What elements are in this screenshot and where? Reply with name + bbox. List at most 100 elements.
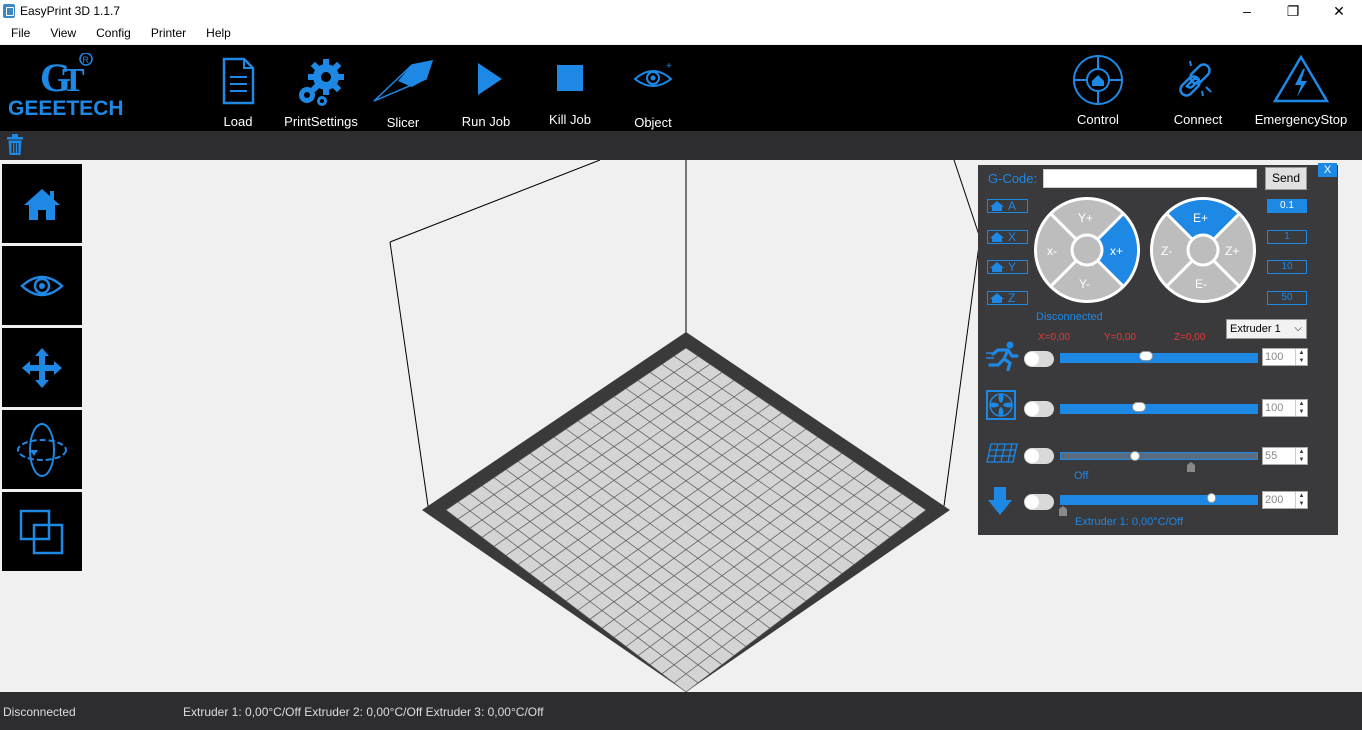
stepper-arrows-icon[interactable]: ▲ ▼ — [1295, 448, 1307, 464]
menu-help[interactable]: Help — [195, 26, 240, 40]
menu-printer[interactable]: Printer — [140, 26, 195, 40]
extruder-input[interactable]: 200 ▲ ▼ — [1262, 491, 1308, 509]
menu-view[interactable]: View — [39, 26, 85, 40]
view-home-button[interactable] — [2, 164, 82, 243]
stepper-arrows-icon[interactable]: ▲ ▼ — [1295, 400, 1307, 416]
object-button[interactable]: + Object — [628, 45, 678, 131]
print-settings-label: PrintSettings — [284, 114, 358, 129]
connection-status: Disconnected — [1036, 311, 1103, 323]
stop-icon — [557, 65, 583, 91]
speed-value: 100 — [1265, 351, 1284, 363]
y-minus-label[interactable]: Y- — [1079, 277, 1090, 291]
x-coordinate: X=0,00 — [1038, 332, 1070, 343]
step-1-button[interactable]: 1 — [1267, 230, 1307, 244]
maximize-button[interactable]: ❐ — [1270, 0, 1316, 22]
x-minus-label[interactable]: x- — [1047, 244, 1057, 258]
bed-current-marker — [1187, 462, 1195, 472]
gcode-input[interactable] — [1043, 169, 1257, 188]
running-person-icon — [986, 341, 1019, 371]
status-extruders: Extruder 1: 0,00°C/Off Extruder 2: 0,00°… — [183, 705, 544, 719]
printer-control-panel: G-Code: Send A X Y Z Y+ Y- x- x+ E+ E- Z… — [978, 165, 1338, 535]
minimize-button[interactable]: – — [1224, 0, 1270, 22]
extruder-toggle[interactable] — [1024, 494, 1054, 510]
load-button[interactable]: Load — [212, 45, 264, 131]
gcode-label: G-Code: — [988, 171, 1038, 186]
home-icon — [990, 293, 1004, 303]
z-plus-label[interactable]: Z+ — [1225, 244, 1239, 258]
extruder-select-value: Extruder 1 — [1230, 323, 1281, 335]
run-job-button[interactable]: Run Job — [458, 45, 514, 131]
svg-text:+: + — [666, 61, 672, 72]
step-10-button[interactable]: 10 — [1267, 260, 1307, 274]
e-plus-label[interactable]: E+ — [1193, 211, 1208, 225]
emergency-stop-button[interactable]: EmergencyStop — [1255, 45, 1347, 131]
fan-toggle[interactable] — [1024, 401, 1054, 417]
y-coordinate: Y=0,00 — [1104, 332, 1136, 343]
fan-slider[interactable] — [1060, 402, 1258, 414]
menu-config[interactable]: Config — [85, 26, 140, 40]
send-button[interactable]: Send — [1265, 167, 1307, 190]
copy-icon — [19, 509, 64, 554]
fan-slider-thumb[interactable] — [1132, 402, 1146, 412]
main-toolbar: G T R GEEETECH Load PrintSettings Slicer… — [0, 45, 1362, 131]
copy-object-button[interactable] — [2, 492, 82, 571]
lightning-warning-icon — [1273, 55, 1329, 103]
rotate-object-button[interactable] — [2, 410, 82, 489]
speed-slider[interactable] — [1060, 351, 1258, 363]
extrude-down-arrow-icon — [988, 487, 1012, 515]
x-plus-label[interactable]: x+ — [1110, 244, 1123, 258]
document-icon — [222, 57, 255, 105]
fan-input[interactable]: 100 ▲ ▼ — [1262, 399, 1308, 417]
app-icon — [3, 4, 15, 18]
view-eye-button[interactable] — [2, 246, 82, 325]
e-minus-label[interactable]: E- — [1195, 277, 1207, 291]
home-all-button[interactable]: A — [987, 199, 1028, 213]
svg-text:GEEETECH: GEEETECH — [8, 97, 124, 120]
speed-input[interactable]: 100 ▲ ▼ — [1262, 348, 1308, 366]
kill-job-button[interactable]: Kill Job — [544, 45, 596, 131]
extruder-slider[interactable] — [1060, 493, 1258, 505]
home-icon — [990, 232, 1004, 242]
home-x-button[interactable]: X — [987, 230, 1028, 244]
slicer-button[interactable]: Slicer — [372, 45, 434, 131]
stepper-arrows-icon[interactable]: ▲ ▼ — [1295, 349, 1307, 365]
home-axis-label: A — [1008, 199, 1017, 213]
object-label: Object — [634, 115, 672, 130]
print-settings-button[interactable]: PrintSettings — [284, 45, 358, 131]
trash-icon[interactable] — [6, 134, 24, 156]
extruder-status-label: Extruder 1: 0,00°C/Off — [1075, 516, 1184, 528]
y-plus-label[interactable]: Y+ — [1078, 211, 1093, 225]
gears-icon — [299, 59, 344, 106]
fan-icon — [986, 390, 1016, 420]
load-label: Load — [223, 114, 253, 129]
stepper-arrows-icon[interactable]: ▲ ▼ — [1295, 492, 1307, 508]
speed-toggle[interactable] — [1024, 351, 1054, 367]
step-50-button[interactable]: 50 — [1267, 291, 1307, 305]
slicer-knife-icon — [373, 60, 434, 102]
step-0-1-button[interactable]: 0.1 — [1267, 199, 1307, 213]
home-z-button[interactable]: Z — [987, 291, 1028, 305]
bed-slider[interactable] — [1060, 451, 1258, 461]
move-object-button[interactable] — [2, 328, 82, 407]
control-button[interactable]: Control — [1068, 45, 1128, 131]
ze-jog-pad[interactable]: E+ E- Z- Z+ — [1149, 196, 1257, 304]
bed-slider-thumb[interactable] — [1130, 451, 1140, 461]
bed-input[interactable]: 55 ▲ ▼ — [1262, 447, 1308, 465]
close-button[interactable]: ✕ — [1316, 0, 1362, 22]
menu-file[interactable]: File — [0, 26, 39, 40]
speed-slider-thumb[interactable] — [1139, 351, 1153, 361]
run-job-label: Run Job — [461, 114, 511, 129]
home-icon — [990, 201, 1004, 211]
xy-jog-pad[interactable]: Y+ Y- x- x+ — [1033, 196, 1141, 304]
home-y-button[interactable]: Y — [987, 260, 1028, 274]
extruder-select[interactable]: Extruder 1 ⌵ — [1226, 319, 1307, 339]
emergency-stop-label: EmergencyStop — [1254, 112, 1348, 127]
z-minus-label[interactable]: Z- — [1161, 244, 1172, 258]
bed-value: 55 — [1265, 450, 1278, 462]
connect-button[interactable]: Connect — [1168, 45, 1228, 131]
panel-close-button[interactable]: X — [1318, 163, 1337, 177]
app-window: EasyPrint 3D 1.1.7 – ❐ ✕ File View Confi… — [0, 0, 1362, 730]
connect-label: Connect — [1173, 112, 1223, 127]
bed-toggle[interactable] — [1024, 448, 1054, 464]
extruder-slider-thumb[interactable] — [1207, 493, 1216, 503]
